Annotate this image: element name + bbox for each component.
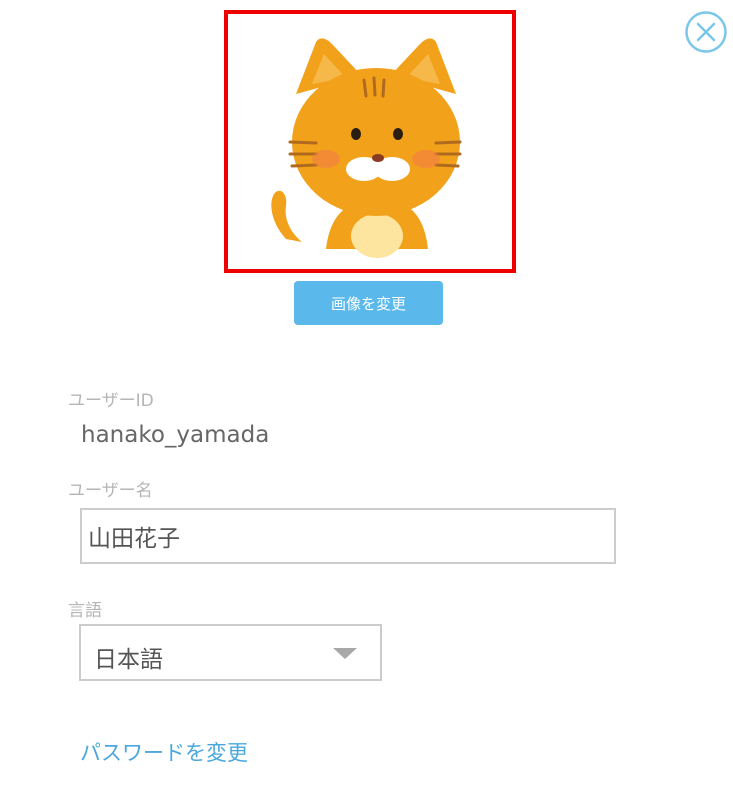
language-select[interactable]: 日本語	[79, 624, 382, 681]
user-id-value: hanako_yamada	[81, 422, 270, 448]
language-selected-value: 日本語	[94, 647, 163, 673]
user-name-label: ユーザー名	[68, 481, 153, 501]
profile-settings-panel: 画像を変更 ユーザーID hanako_yamada ユーザー名 言語 日本語 …	[0, 0, 733, 806]
avatar-image-frame	[224, 10, 516, 273]
language-label: 言語	[68, 601, 102, 621]
close-button[interactable]	[684, 10, 728, 54]
user-name-input[interactable]	[80, 508, 616, 564]
change-password-link[interactable]: パスワードを変更	[80, 737, 248, 767]
change-image-button[interactable]: 画像を変更	[294, 281, 443, 325]
dropdown-triangle-icon	[333, 648, 357, 659]
user-id-label: ユーザーID	[68, 391, 154, 411]
cat-avatar-image	[271, 38, 462, 258]
close-circle-icon	[685, 11, 727, 53]
